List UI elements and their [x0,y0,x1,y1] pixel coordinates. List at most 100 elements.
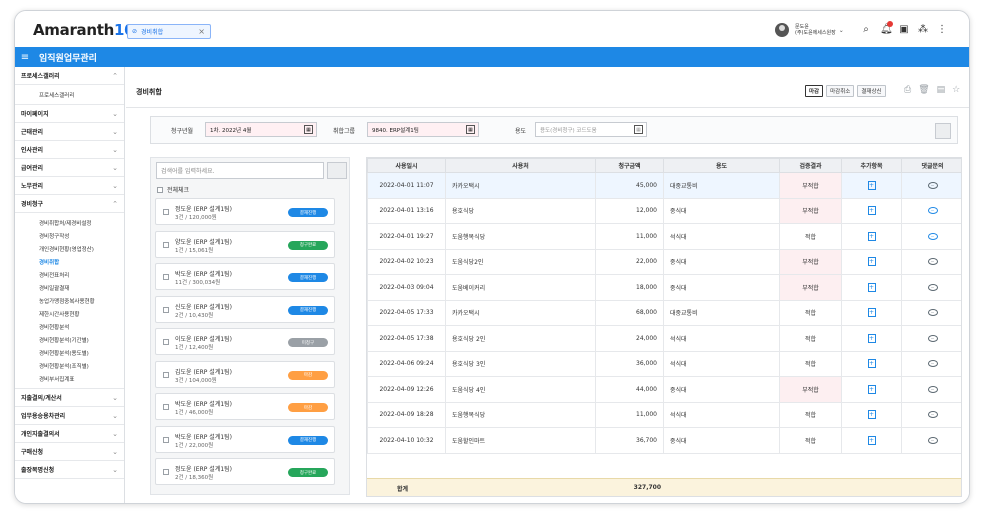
add-item-icon[interactable]: + [867,257,876,267]
sidebar-subitem[interactable]: 경비취합 [15,255,124,268]
comment-icon[interactable]: ··· [927,232,938,240]
sidebar-subitem[interactable]: 제한시간사용현황 [15,307,124,320]
checkbox[interactable] [163,339,169,345]
hamburger-icon[interactable]: ≡ [15,52,35,63]
checkbox[interactable] [163,436,169,443]
add-item-icon[interactable]: + [867,384,876,394]
column-header[interactable]: 사용처 [445,158,596,173]
sidebar-menu[interactable]: 근태관리 ⌄ [15,123,124,141]
comment-icon[interactable]: ··· [927,181,938,189]
chevron-up-icon[interactable]: ⌃ [112,72,118,80]
table-row[interactable]: 2022-04-09 12:26 도움식당 4인 44,000 중식대 부적합 + ··· [367,376,961,403]
checkbox[interactable] [163,274,169,280]
add-item-icon[interactable]: + [867,231,876,241]
search-icon[interactable]: ⌕ [861,24,871,35]
comment-icon[interactable]: ··· [927,411,938,419]
sidebar-menu[interactable]: 구매신청 ⌄ [15,443,124,461]
employee-card[interactable]: 양도윤 (ERP 설계1팀) 1건 / 15,061원 청구완료 [155,230,335,258]
action-button[interactable]: 마감취소 [826,85,855,97]
checkbox[interactable] [163,306,169,313]
open-tab-chip[interactable]: ⊘ 경비취합 × [127,24,211,39]
sidebar-subitem[interactable]: 농업가맹점중복사용현황 [15,294,124,307]
trash-icon[interactable]: 🗑︎ [918,85,929,95]
sidebar-menu[interactable]: 경비청구 ⌃ [15,195,124,213]
table-row[interactable]: 2022-04-05 17:38 용호식당 2인 24,000 석식대 적합 + ··· [367,325,961,352]
sidebar-menu[interactable]: 급여관리 ⌄ [15,159,124,177]
table-row[interactable]: 2022-04-03 09:04 도움베이커리 18,000 중식대 부적합 + ··· [367,274,961,301]
chevron-down-icon[interactable]: ⌄ [112,164,118,172]
comment-icon[interactable]: ··· [927,258,938,266]
star-icon[interactable]: ☆ [952,85,960,95]
column-header[interactable]: 검증결과 [779,158,842,173]
employee-card[interactable]: 박도윤 (ERP 설계1팀) 1건 / 46,000원 마감 [155,393,335,420]
filter-search-button[interactable] [935,123,951,139]
action-button[interactable]: 결재상신 [857,85,886,97]
check-all[interactable]: 전체체크 [157,185,189,194]
employee-card[interactable]: 정도윤 (ERP 설계1팀) 2건 / 18,360원 청구완료 [155,458,335,485]
comment-icon[interactable]: ··· [927,385,938,393]
column-header[interactable]: 청구금액 [595,158,664,173]
sidebar-menu[interactable]: 지출결의/계산서 ⌄ [15,389,124,407]
employee-search-input[interactable]: 검색어를 입력하세요. [156,162,324,179]
comment-icon[interactable]: ··· [927,283,938,291]
chevron-down-icon[interactable]: ⌄ [112,110,118,118]
checkbox[interactable] [163,241,169,248]
sidebar-subitem[interactable]: 경비청구작성 [15,229,124,242]
table-row[interactable]: 2022-04-10 10:32 도움할인마트 36,700 중식대 적합 + ··· [367,427,961,454]
employee-card[interactable]: 김도윤 (ERP 설계1팀) 3건 / 104,000원 마감 [155,360,335,388]
checkbox[interactable] [157,186,163,193]
add-item-icon[interactable]: + [867,410,876,420]
sidebar-menu[interactable]: 프로세스갤러리 ⌃ [15,67,124,85]
chevron-down-icon[interactable]: ⌄ [112,394,118,402]
employee-card[interactable]: 이도윤 (ERP 설계1팀) 1건 / 12,400원 미청구 [155,328,335,355]
app-logo[interactable]: Amaranth10 [33,21,135,39]
chevron-down-icon[interactable]: ⌄ [112,430,118,438]
chevron-down-icon[interactable]: ⌄ [112,412,118,420]
employee-card[interactable]: 정도윤 (ERP 설계1팀) 3건 / 120,000원 결재진행 [155,198,335,225]
employee-card[interactable]: 박도윤 (ERP 설계1팀) 11건 / 300,034원 결재진행 [155,263,335,290]
bell-icon[interactable]: 🔔︎ [880,21,893,35]
add-item-icon[interactable]: + [867,282,876,292]
close-icon[interactable]: × [198,27,205,36]
chevron-down-icon[interactable]: ⌄ [112,182,118,190]
chevron-up-icon[interactable]: ⌃ [112,200,118,208]
save-icon[interactable]: ▤ [937,85,946,95]
checkbox[interactable] [163,371,169,378]
sidebar-subitem[interactable]: 경비일괄결재 [15,281,124,294]
table-row[interactable]: 2022-04-01 19:27 도움행복식당 11,000 석식대 적합 + ··· [367,223,961,250]
column-header[interactable]: 사용일시 [367,158,446,173]
sidebar-menu[interactable]: 노무관리 ⌄ [15,177,124,195]
sidebar-subitem[interactable]: 경비현황분석(용도별) [15,346,124,359]
employee-card[interactable]: 신도윤 (ERP 설계1팀) 2건 / 10,430원 결재진행 [155,295,335,323]
table-row[interactable]: 2022-04-09 18:28 도움행복식당 11,000 석식대 적합 + ··· [367,401,961,428]
print-icon[interactable]: ⎙ [904,85,911,95]
table-row[interactable]: 2022-04-05 17:33 카카오택시 68,000 대중교통비 적합 + ··· [367,299,961,326]
add-item-icon[interactable]: + [867,359,876,369]
employee-search-button[interactable] [327,162,347,179]
org-chart-icon[interactable]: ⁂ [918,24,928,35]
period-field[interactable]: 1차. 2022년 4월 ▦ [205,122,317,137]
sidebar-subitem[interactable]: 경비부서집계표 [15,372,124,385]
comment-icon[interactable]: ··· [927,207,938,215]
chevron-down-icon[interactable]: ⌄ [112,448,118,456]
sidebar-subitem[interactable]: 경비현황분석(조직별) [15,359,124,372]
group-field[interactable]: 9840. ERP설계1팀 ▦ [367,122,479,137]
column-header[interactable]: 추가항목 [841,158,902,173]
lookup-icon[interactable]: ▦ [634,125,643,134]
table-row[interactable]: 2022-04-01 13:16 용호식당 12,000 중식대 부적합 + ··· [367,197,961,224]
note-icon[interactable]: ▣ [899,24,909,35]
checkbox[interactable] [163,404,169,410]
checkbox[interactable] [163,209,169,215]
calendar-icon[interactable]: ▦ [304,125,313,134]
comment-icon[interactable]: ··· [927,360,938,368]
comment-icon[interactable]: ··· [927,334,938,342]
sidebar-menu[interactable]: 출장복명신청 ⌄ [15,461,124,479]
add-item-icon[interactable]: + [867,180,876,190]
chevron-down-icon[interactable]: ⌄ [112,128,118,136]
sidebar-menu[interactable]: 인사관리 ⌄ [15,141,124,159]
lookup-icon[interactable]: ▦ [466,125,475,134]
user-menu[interactable]: 문도윤 (주)도윤에세스원장 ⌄ [775,23,844,37]
sidebar-subitem[interactable]: 경비현황분석 [15,320,124,333]
sidebar-subitem[interactable]: 프로세스갤러리 [15,88,124,101]
sidebar-subitem[interactable]: 경비현황분석(기간별) [15,333,124,346]
